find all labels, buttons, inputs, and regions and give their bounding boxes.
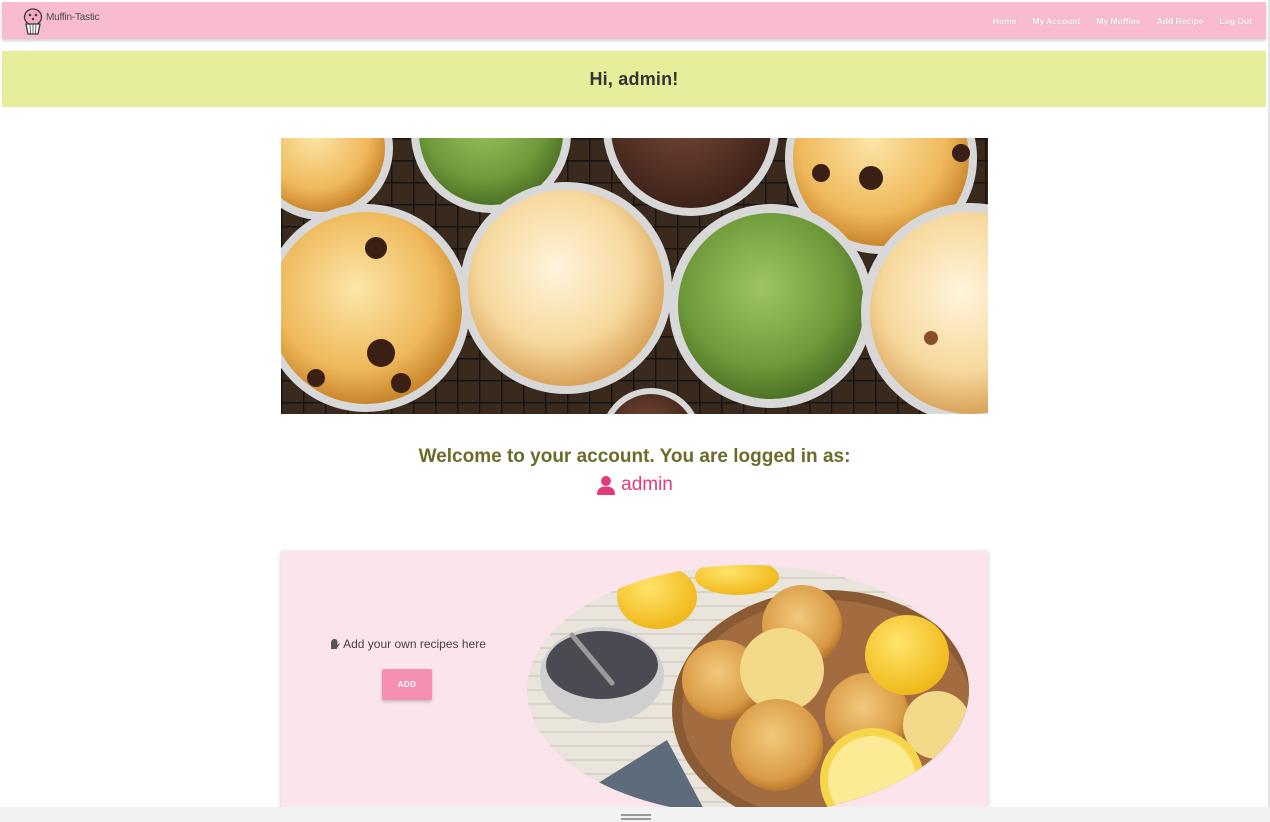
lemon-muffins-image xyxy=(527,565,969,807)
muffin-logo-icon xyxy=(23,7,43,35)
page-viewport: Muffin-Tastic Home My Account My Muffins… xyxy=(0,0,1270,807)
card-content: Add your own recipes here ADD xyxy=(281,637,533,700)
brand-name: Muffin-Tastic xyxy=(46,12,100,23)
nav-link-home[interactable]: Home xyxy=(993,16,1017,26)
brand-link[interactable]: Muffin-Tastic xyxy=(2,2,100,39)
user-line: admin xyxy=(281,474,988,496)
user-icon xyxy=(597,476,616,495)
nav-link-add-recipe[interactable]: Add Recipe xyxy=(1157,16,1204,26)
card-text: Add your own recipes here xyxy=(343,637,486,651)
greeting-text: Hi, admin! xyxy=(589,68,679,89)
nav-link-log-out[interactable]: Log Out xyxy=(1219,16,1252,26)
nav-link-my-account[interactable]: My Account xyxy=(1032,16,1080,26)
nav-link-my-muffins[interactable]: My Muffins xyxy=(1096,16,1140,26)
hero-image xyxy=(281,138,988,414)
navbar: Muffin-Tastic Home My Account My Muffins… xyxy=(2,2,1266,39)
oven-mitt-icon xyxy=(331,639,340,649)
card-text-line: Add your own recipes here xyxy=(328,637,486,651)
welcome-section: Welcome to your account. You are logged … xyxy=(281,446,988,496)
nav-links: Home My Account My Muffins Add Recipe Lo… xyxy=(985,2,1266,39)
resize-handle[interactable] xyxy=(621,814,651,820)
username: admin xyxy=(621,474,673,495)
add-recipe-card: Add your own recipes here ADD xyxy=(281,551,988,807)
greeting-banner: Hi, admin! xyxy=(2,51,1266,107)
welcome-text: Welcome to your account. You are logged … xyxy=(418,446,851,467)
add-recipe-button[interactable]: ADD xyxy=(382,669,432,700)
